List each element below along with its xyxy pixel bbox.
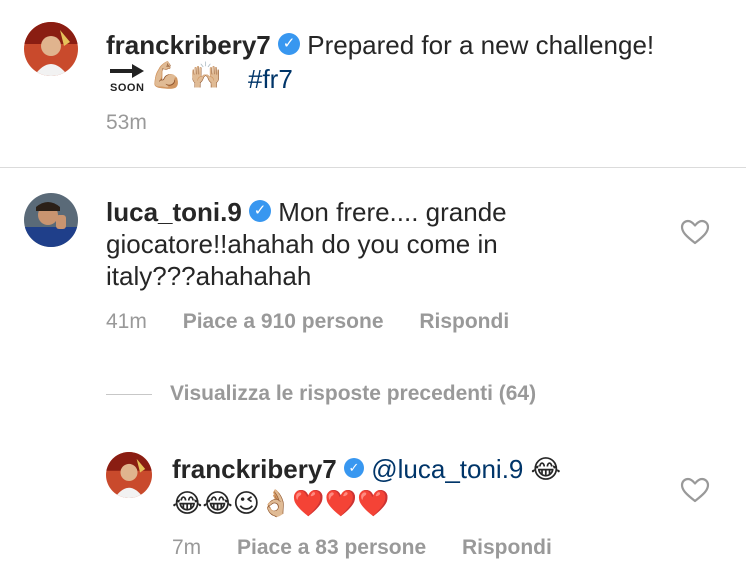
post-username[interactable]: franckribery7 [106, 30, 271, 60]
reply-meta: 7m Piace a 83 persone Rispondi [172, 535, 552, 561]
comment-text-line1: Mon frere.... grande [278, 197, 507, 227]
profile-photo-icon [24, 193, 78, 247]
comment-meta: 41m Piace a 910 persone Rispondi [106, 309, 509, 335]
comment-text: luca_toni.9 ✓ Mon frere.... grande gioca… [106, 196, 626, 292]
reply-emoji-line1: 😂 [530, 454, 562, 484]
verified-badge-icon: ✓ [344, 458, 364, 479]
reply-emoji-line2: 😂😂😉👌🏼❤️❤️❤️ [172, 488, 390, 518]
heart-outline-icon [680, 219, 710, 245]
comment-username[interactable]: luca_toni.9 [106, 197, 242, 227]
post-hashtag[interactable]: #fr7 [248, 62, 293, 96]
replies-line [106, 394, 152, 395]
comment-text-line3: italy???ahahahah [106, 261, 312, 291]
reply-reply-button[interactable]: Rispondi [462, 536, 552, 559]
post-divider [0, 167, 746, 168]
post-avatar[interactable] [24, 22, 78, 76]
reply-text: franckribery7 ✓ @luca_toni.9 😂 😂😂😉👌🏼❤️❤️… [172, 452, 561, 518]
soon-arrow-icon: SOON [110, 64, 144, 94]
verified-badge-icon: ✓ [249, 200, 272, 223]
comment-avatar[interactable] [24, 193, 78, 247]
reply-likes[interactable]: Piace a 83 persone [237, 536, 426, 559]
post-time: 53m [106, 111, 147, 134]
verified-badge-icon: ✓ [278, 33, 300, 56]
reply-like-button[interactable] [680, 477, 710, 508]
comment-text-line2: giocatore!!ahahah do you come in [106, 229, 498, 259]
reply-avatar[interactable] [106, 452, 152, 498]
view-replies-button[interactable]: Visualizza le risposte precedenti (64) [170, 381, 536, 407]
post-caption-line: franckribery7 ✓ Prepared for a new chall… [106, 28, 654, 62]
reply-time: 7m [172, 536, 202, 559]
comment-time: 41m [106, 310, 147, 333]
comment-like-button[interactable] [680, 219, 710, 250]
comment-likes[interactable]: Piace a 910 persone [183, 310, 384, 333]
reply-mention[interactable]: @luca_toni.9 [371, 454, 523, 484]
soon-label: SOON [110, 82, 145, 94]
reply-username[interactable]: franckribery7 [172, 454, 337, 484]
comment-reply-button[interactable]: Rispondi [419, 310, 509, 333]
profile-photo-icon [106, 452, 152, 498]
heart-outline-icon [680, 477, 710, 503]
post-caption: Prepared for a new challenge! [307, 30, 655, 60]
profile-photo-icon [24, 22, 78, 76]
post-emojis: 💪🏼 🙌🏼 [150, 60, 222, 90]
